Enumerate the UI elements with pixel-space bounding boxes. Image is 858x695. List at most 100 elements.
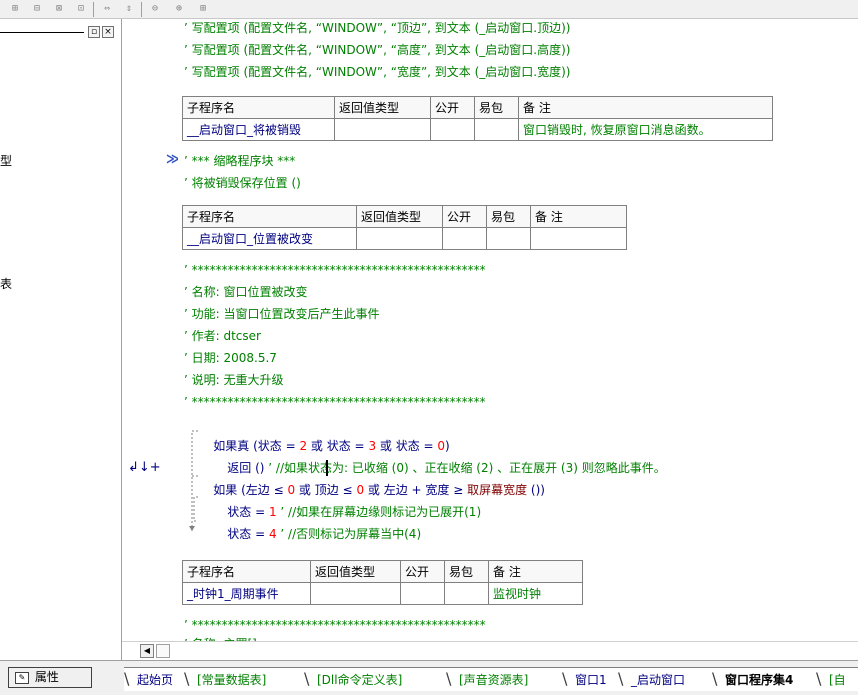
table-cell[interactable] <box>310 582 401 605</box>
code-line: ’ **************************************… <box>184 263 486 277</box>
number-literal: 4 <box>268 527 277 541</box>
code-line: ’ 功能: 当窗口位置改变后产生此事件 <box>184 307 380 321</box>
tab-divider: \ <box>816 669 822 688</box>
bottom-bar: ✎ 属性 \ 起始页 \ [常量数据表] \ [Dll命令定义表] \ [声音资… <box>0 660 858 695</box>
editor-tabbar: \ 起始页 \ [常量数据表] \ [Dll命令定义表] \ [声音资源表] \… <box>124 667 858 691</box>
code-line-assign: 状态 = 4 ’ //否则标记为屏幕当中(4) <box>212 501 421 541</box>
table-cell[interactable] <box>486 227 531 250</box>
subroutine-table: 子程序名 返回值类型 公开 易包 备 注 _时钟1_周期事件 监视时钟 <box>182 560 583 605</box>
tab-window1[interactable]: 窗口1 <box>572 670 610 690</box>
table-cell[interactable] <box>356 227 443 250</box>
scroll-thumb[interactable] <box>156 644 170 658</box>
panel-text-fragment: 型 <box>0 154 13 168</box>
code-line-if: 如果 (左边 ≤ 0 或 顶边 ≤ 0 或 左边 + 宽度 ≥ 取屏幕宽度 ()… <box>198 457 545 497</box>
table-cell[interactable]: _时钟1_周期事件 <box>182 582 311 605</box>
toolbar-divider <box>141 2 142 17</box>
tab-sound-resources[interactable]: [声音资源表] <box>456 670 531 690</box>
table-header: 子程序名 <box>182 560 311 583</box>
code-line: ’ 写配置项 (配置文件名, “WINDOW”, “顶边”, 到文本 (_启动窗… <box>184 21 571 35</box>
table-header: 返回值类型 <box>356 205 443 228</box>
table-header: 公开 <box>400 560 445 583</box>
left-panel: ▫ × 型 表 <box>0 19 122 667</box>
code-text: ()) <box>527 483 545 497</box>
grid-icon[interactable]: ⊞ <box>8 2 22 16</box>
properties-label: 属性 <box>34 670 59 684</box>
table-cell[interactable] <box>430 118 475 141</box>
code-line: ’ **************************************… <box>184 395 486 409</box>
tab-divider: \ <box>562 669 568 688</box>
tab-divider: \ <box>304 669 310 688</box>
table-cell[interactable]: 窗口销毁时, 恢复原窗口消息函数。 <box>518 118 773 141</box>
table-cell[interactable] <box>474 118 519 141</box>
width-equal-icon[interactable]: ⇔ <box>100 2 114 16</box>
table-header: 公开 <box>442 205 487 228</box>
align-top-icon[interactable]: ⊟ <box>30 2 44 16</box>
align-middle-icon[interactable]: ⊠ <box>52 2 66 16</box>
scroll-left-icon[interactable]: ◀ <box>140 644 154 658</box>
table-cell[interactable] <box>400 582 445 605</box>
flow-arrows-icon[interactable]: ↲↓+ <box>128 460 161 475</box>
code-comment: ’ //否则标记为屏幕当中(4) <box>276 527 422 541</box>
table-cell[interactable]: 监视时钟 <box>488 582 583 605</box>
tab-divider: \ <box>618 669 624 688</box>
toolbar-divider <box>93 2 94 17</box>
tab-divider: \ <box>712 669 718 688</box>
tab-overflow[interactable]: [自 <box>826 670 849 690</box>
code-line: ’ 日期: 2008.5.7 <box>184 351 277 365</box>
tab-start-page[interactable]: 起始页 <box>134 670 176 690</box>
table-cell[interactable] <box>530 227 627 250</box>
table-header: 子程序名 <box>182 96 335 119</box>
height-equal-icon[interactable]: ⇕ <box>122 2 136 16</box>
table-header: 子程序名 <box>182 205 357 228</box>
close-icon[interactable]: × <box>102 26 114 38</box>
text-caret <box>326 460 328 476</box>
code-line: ’ 写配置项 (配置文件名, “WINDOW”, “宽度”, 到文本 (_启动窗… <box>184 65 571 79</box>
tab-divider: \ <box>446 669 452 688</box>
tab-dll-commands[interactable]: [Dll命令定义表] <box>314 670 405 690</box>
code-line: ’ 名称: 主罪[] <box>184 633 257 641</box>
table-header: 备 注 <box>518 96 773 119</box>
horizontal-scrollbar[interactable]: ◀ <box>122 641 858 660</box>
table-header: 公开 <box>430 96 475 119</box>
code-line-assign: 状态 = 1 ’ //如果在屏幕边缘则标记为已展开(1) <box>212 479 481 519</box>
table-header: 备 注 <box>488 560 583 583</box>
restore-icon[interactable]: ▫ <box>88 26 100 38</box>
layout-toolbar: ⊞ ⊟ ⊠ ⊡ ⇔ ⇕ ⊖ ⊕ ⊞ <box>0 0 858 19</box>
table-header: 返回值类型 <box>334 96 431 119</box>
table-header: 易包 <box>486 205 531 228</box>
hspace-icon[interactable]: ⊖ <box>148 2 162 16</box>
code-line: ’ *** 缩略程序块 *** <box>184 154 296 168</box>
code-line: ’ 写配置项 (配置文件名, “WINDOW”, “高度”, 到文本 (_启动窗… <box>184 43 571 57</box>
code-line-return: 返回 () ’ //如果状态为: 已收缩 (0) 、正在收缩 (2) 、正在展开… <box>212 435 665 475</box>
table-header: 易包 <box>444 560 489 583</box>
code-gutter: ≫ ↲↓+ <box>122 19 180 641</box>
tab-divider: \ <box>184 669 190 688</box>
tab-divider: \ <box>124 669 130 688</box>
panel-title-line <box>0 32 84 33</box>
tab-constants[interactable]: [常量数据表] <box>194 670 269 690</box>
code-text: 状态 = <box>227 527 269 541</box>
properties-icon: ✎ <box>15 671 29 684</box>
panel-titlebar: ▫ × <box>0 25 118 39</box>
table-cell[interactable] <box>444 582 489 605</box>
subroutine-table: 子程序名 返回值类型 公开 易包 备 注 __启动窗口_位置被改变 <box>182 205 627 250</box>
table-cell[interactable]: __启动窗口_将被销毁 <box>182 118 335 141</box>
align-bottom-icon[interactable]: ⊡ <box>74 2 88 16</box>
tab-window-assembly4[interactable]: 窗口程序集4 <box>722 670 797 690</box>
code-line: ’ 说明: 无重大升级 <box>184 373 284 387</box>
properties-button[interactable]: ✎ 属性 <box>8 667 92 688</box>
panel-text-fragment: 表 <box>0 277 13 291</box>
vspace-icon[interactable]: ⊕ <box>172 2 186 16</box>
code-line: ’ 名称: 窗口位置被改变 <box>184 285 308 299</box>
code-line: ’ 作者: dtcser <box>184 329 261 343</box>
code-editor[interactable]: ’ 写配置项 (配置文件名, “WINDOW”, “顶边”, 到文本 (_启动窗… <box>178 19 858 641</box>
table-cell[interactable] <box>334 118 431 141</box>
code-line-if-true: 如果真 (状态 = 2 或 状态 = 3 或 状态 = 0) <box>198 413 449 453</box>
center-icon[interactable]: ⊞ <box>196 2 210 16</box>
table-cell[interactable] <box>442 227 487 250</box>
tab-startup-window[interactable]: _启动窗口 <box>628 670 688 690</box>
subroutine-table: 子程序名 返回值类型 公开 易包 备 注 __启动窗口_将被销毁 窗口销毁时, … <box>182 96 773 141</box>
table-header: 返回值类型 <box>310 560 401 583</box>
table-header: 备 注 <box>530 205 627 228</box>
table-cell[interactable]: __启动窗口_位置被改变 <box>182 227 357 250</box>
